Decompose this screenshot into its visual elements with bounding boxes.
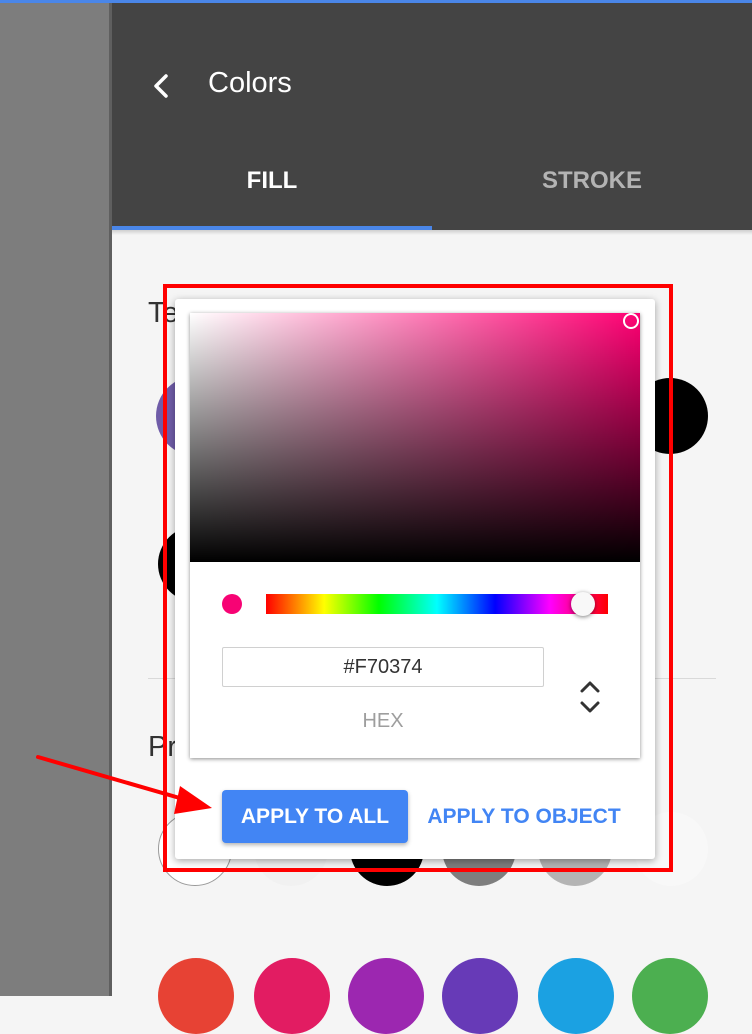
color-swatch[interactable] (254, 958, 330, 1034)
page-title: Colors (208, 67, 292, 99)
color-swatch[interactable] (348, 958, 424, 1034)
annotation-highlight-box (163, 284, 673, 872)
canvas-area[interactable] (0, 0, 111, 996)
tab-stroke[interactable]: STROKE (432, 164, 752, 198)
color-swatch[interactable] (158, 958, 234, 1034)
top-accent-line (0, 0, 752, 3)
color-swatch[interactable] (538, 958, 614, 1034)
header-shadow (112, 230, 752, 235)
back-arrow-icon[interactable] (150, 70, 180, 102)
color-swatch[interactable] (442, 958, 518, 1034)
tab-fill[interactable]: FILL (112, 164, 432, 198)
color-swatch[interactable] (632, 958, 708, 1034)
